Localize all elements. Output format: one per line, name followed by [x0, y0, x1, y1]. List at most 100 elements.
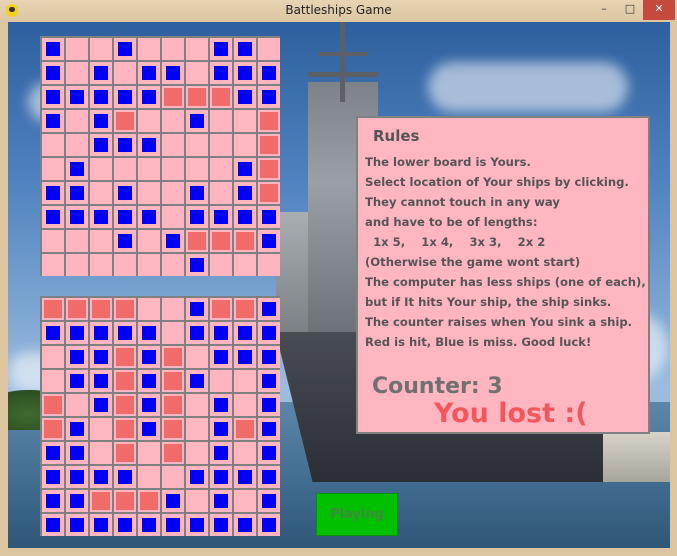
board-cell[interactable]: [234, 298, 256, 320]
board-cell[interactable]: [258, 230, 280, 252]
maximize-button[interactable]: □: [617, 0, 643, 20]
board-cell[interactable]: [186, 110, 208, 132]
board-cell[interactable]: [258, 418, 280, 440]
board-cell[interactable]: [162, 514, 184, 536]
board-cell[interactable]: [162, 370, 184, 392]
board-cell[interactable]: [90, 490, 112, 512]
board-cell[interactable]: [186, 514, 208, 536]
board-cell[interactable]: [162, 298, 184, 320]
board-cell[interactable]: [258, 346, 280, 368]
board-cell[interactable]: [114, 418, 136, 440]
board-cell[interactable]: [210, 38, 232, 60]
board-cell[interactable]: [186, 62, 208, 84]
board-cell[interactable]: [186, 346, 208, 368]
board-cell[interactable]: [90, 86, 112, 108]
board-cell[interactable]: [234, 394, 256, 416]
board-cell[interactable]: [210, 230, 232, 252]
board-cell[interactable]: [138, 370, 160, 392]
board-cell[interactable]: [210, 158, 232, 180]
board-cell[interactable]: [258, 254, 280, 276]
board-cell[interactable]: [162, 110, 184, 132]
board-cell[interactable]: [162, 346, 184, 368]
board-cell[interactable]: [210, 466, 232, 488]
board-cell[interactable]: [90, 322, 112, 344]
board-cell[interactable]: [66, 322, 88, 344]
playing-status-button[interactable]: Playing: [316, 493, 398, 536]
board-cell[interactable]: [162, 490, 184, 512]
board-cell[interactable]: [66, 62, 88, 84]
board-cell[interactable]: [90, 158, 112, 180]
board-cell[interactable]: [210, 442, 232, 464]
board-cell[interactable]: [66, 206, 88, 228]
board-cell[interactable]: [42, 490, 64, 512]
board-cell[interactable]: [234, 466, 256, 488]
board-cell[interactable]: [162, 182, 184, 204]
board-cell[interactable]: [258, 110, 280, 132]
board-cell[interactable]: [90, 206, 112, 228]
board-cell[interactable]: [42, 322, 64, 344]
board-cell[interactable]: [114, 514, 136, 536]
board-cell[interactable]: [138, 442, 160, 464]
board-cell[interactable]: [234, 442, 256, 464]
board-cell[interactable]: [162, 394, 184, 416]
board-cell[interactable]: [138, 466, 160, 488]
board-cell[interactable]: [234, 62, 256, 84]
board-cell[interactable]: [138, 86, 160, 108]
board-cell[interactable]: [66, 442, 88, 464]
board-cell[interactable]: [90, 110, 112, 132]
board-cell[interactable]: [234, 86, 256, 108]
board-cell[interactable]: [186, 86, 208, 108]
board-cell[interactable]: [258, 86, 280, 108]
board-cell[interactable]: [90, 466, 112, 488]
board-cell[interactable]: [210, 370, 232, 392]
board-cell[interactable]: [210, 418, 232, 440]
board-cell[interactable]: [210, 182, 232, 204]
board-cell[interactable]: [234, 182, 256, 204]
board-cell[interactable]: [162, 134, 184, 156]
board-cell[interactable]: [210, 62, 232, 84]
board-cell[interactable]: [210, 254, 232, 276]
board-cell[interactable]: [162, 230, 184, 252]
board-cell[interactable]: [210, 298, 232, 320]
board-cell[interactable]: [114, 110, 136, 132]
board-cell[interactable]: [186, 134, 208, 156]
board-cell[interactable]: [258, 206, 280, 228]
board-cell[interactable]: [66, 394, 88, 416]
board-cell[interactable]: [42, 206, 64, 228]
board-cell[interactable]: [90, 442, 112, 464]
board-cell[interactable]: [42, 110, 64, 132]
board-cell[interactable]: [234, 110, 256, 132]
board-cell[interactable]: [210, 110, 232, 132]
board-cell[interactable]: [138, 418, 160, 440]
board-cell[interactable]: [186, 158, 208, 180]
board-cell[interactable]: [258, 182, 280, 204]
board-cell[interactable]: [258, 134, 280, 156]
board-cell[interactable]: [90, 514, 112, 536]
board-cell[interactable]: [42, 38, 64, 60]
board-cell[interactable]: [258, 490, 280, 512]
board-cell[interactable]: [114, 466, 136, 488]
minimize-button[interactable]: –: [591, 0, 617, 20]
board-cell[interactable]: [138, 38, 160, 60]
board-cell[interactable]: [138, 394, 160, 416]
board-cell[interactable]: [90, 298, 112, 320]
board-cell[interactable]: [90, 182, 112, 204]
board-cell[interactable]: [66, 490, 88, 512]
player-board[interactable]: [40, 296, 280, 536]
board-cell[interactable]: [162, 86, 184, 108]
board-cell[interactable]: [138, 62, 160, 84]
board-cell[interactable]: [186, 490, 208, 512]
board-cell[interactable]: [138, 182, 160, 204]
board-cell[interactable]: [90, 346, 112, 368]
board-cell[interactable]: [114, 230, 136, 252]
board-cell[interactable]: [66, 158, 88, 180]
board-cell[interactable]: [234, 322, 256, 344]
board-cell[interactable]: [42, 182, 64, 204]
board-cell[interactable]: [258, 158, 280, 180]
board-cell[interactable]: [234, 346, 256, 368]
board-cell[interactable]: [90, 370, 112, 392]
close-button[interactable]: ✕: [643, 0, 675, 20]
board-cell[interactable]: [210, 86, 232, 108]
board-cell[interactable]: [210, 514, 232, 536]
board-cell[interactable]: [162, 254, 184, 276]
